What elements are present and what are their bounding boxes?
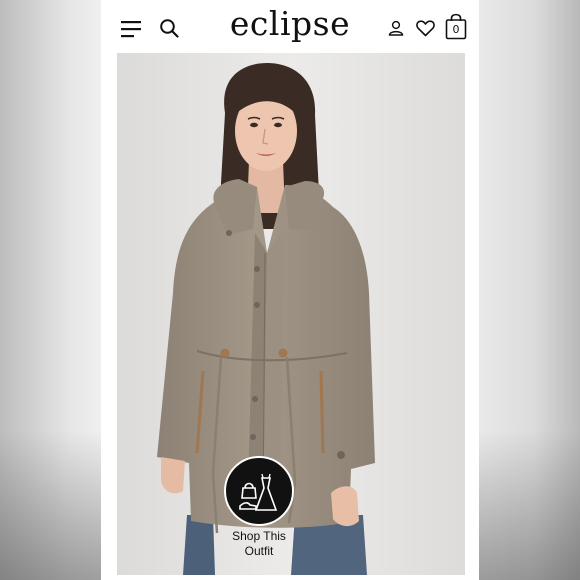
shop-this-outfit-button[interactable]: Shop This Outfit xyxy=(224,456,294,558)
account-button[interactable] xyxy=(385,17,407,39)
shop-outfit-label-line1: Shop This xyxy=(232,529,286,543)
shop-outfit-badge xyxy=(224,456,294,526)
cart-button[interactable]: 0 xyxy=(444,12,468,42)
wishlist-button[interactable] xyxy=(413,16,437,40)
search-icon xyxy=(160,19,179,38)
brand-logo[interactable]: eclipse xyxy=(211,4,369,43)
top-navigation-bar: eclipse 0 xyxy=(101,0,479,54)
heart-icon xyxy=(415,19,435,36)
hamburger-menu-icon xyxy=(121,21,141,38)
menu-button[interactable] xyxy=(119,17,143,41)
shop-outfit-label-line2: Outfit xyxy=(244,544,274,558)
search-button[interactable] xyxy=(157,16,181,40)
cart-count: 0 xyxy=(452,23,460,36)
shop-outfit-label: Shop This Outfit xyxy=(218,529,300,559)
app-screen: eclipse 0 Shop This Outfit xyxy=(101,0,479,580)
user-account-icon xyxy=(388,20,404,36)
shoes-bag-dress-icon xyxy=(239,473,278,511)
